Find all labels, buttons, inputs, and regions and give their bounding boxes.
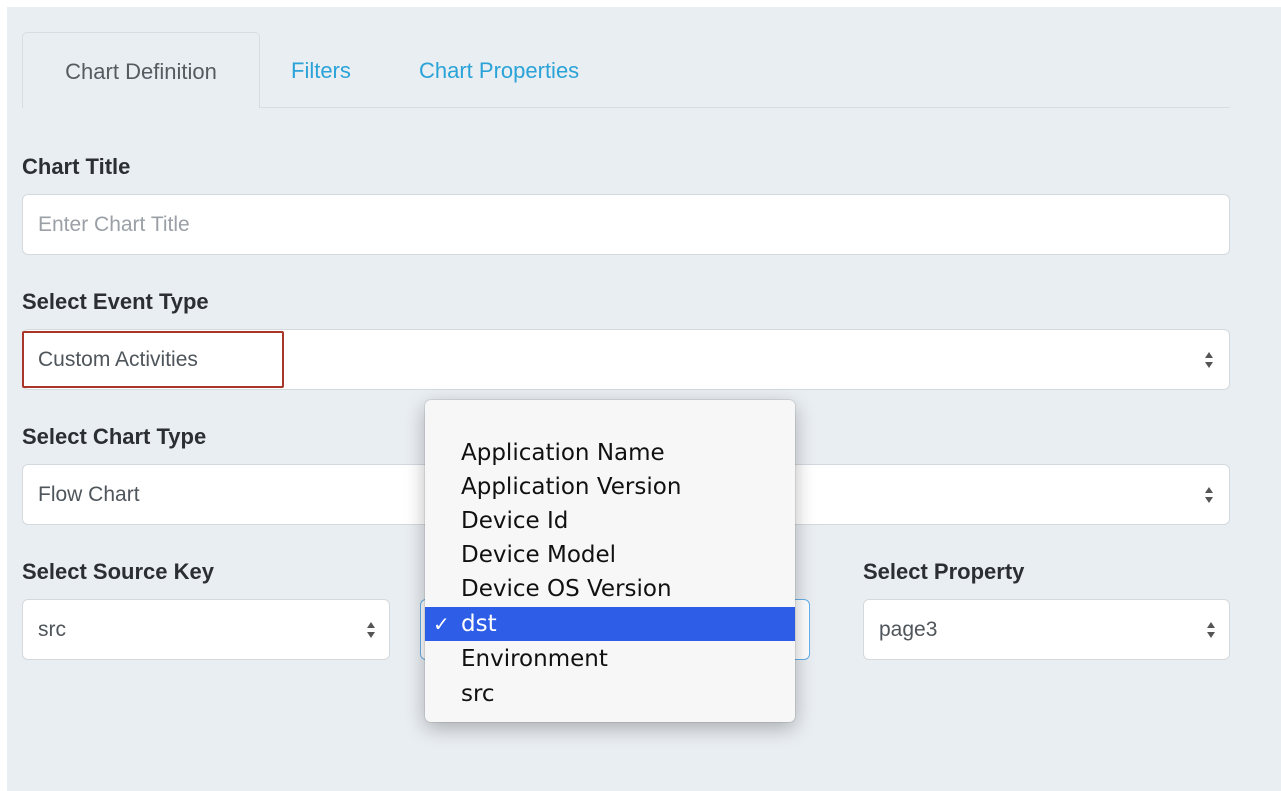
menu-option[interactable]: Device Model <box>425 538 795 572</box>
source-key-label: Select Source Key <box>22 559 214 584</box>
checkmark-icon: ✓ <box>433 612 450 636</box>
source-key-select[interactable]: src <box>22 599 390 660</box>
chart-title-input[interactable]: Enter Chart Title <box>22 194 1230 255</box>
chart-title-label: Chart Title <box>22 154 131 179</box>
menu-option[interactable]: Application Name <box>425 436 795 470</box>
chart-type-label: Select Chart Type <box>22 424 207 449</box>
event-type-value: Custom Activities <box>38 348 198 371</box>
chart-title-placeholder: Enter Chart Title <box>38 213 190 236</box>
updown-chevron-icon <box>1207 621 1215 638</box>
target-key-dropdown-menu: Application Name Application Version Dev… <box>425 400 795 722</box>
chart-type-value: Flow Chart <box>38 483 140 506</box>
updown-chevron-icon <box>367 621 375 638</box>
tab-divider <box>260 107 1230 108</box>
menu-option-selected[interactable]: ✓ dst <box>425 607 795 641</box>
updown-chevron-icon <box>1205 351 1213 368</box>
tab-bar: Chart Definition Filters Chart Propertie… <box>22 32 1230 108</box>
tab-filters[interactable]: Filters <box>291 32 351 108</box>
event-type-select[interactable]: Custom Activities <box>22 329 1230 390</box>
property-select[interactable]: page3 <box>863 599 1230 660</box>
updown-chevron-icon <box>1205 486 1213 503</box>
tab-chart-properties[interactable]: Chart Properties <box>419 32 579 108</box>
event-type-label: Select Event Type <box>22 289 209 314</box>
menu-option-label: dst <box>461 611 497 637</box>
menu-option[interactable]: Device OS Version <box>425 572 795 606</box>
menu-option[interactable]: Device Id <box>425 504 795 538</box>
property-value: page3 <box>879 618 938 641</box>
property-label: Select Property <box>863 559 1025 584</box>
menu-option[interactable]: src <box>425 677 795 711</box>
tab-chart-definition[interactable]: Chart Definition <box>22 32 260 108</box>
menu-option[interactable]: Application Version <box>425 470 795 504</box>
source-key-value: src <box>38 618 66 641</box>
menu-option[interactable]: Environment <box>425 642 795 676</box>
